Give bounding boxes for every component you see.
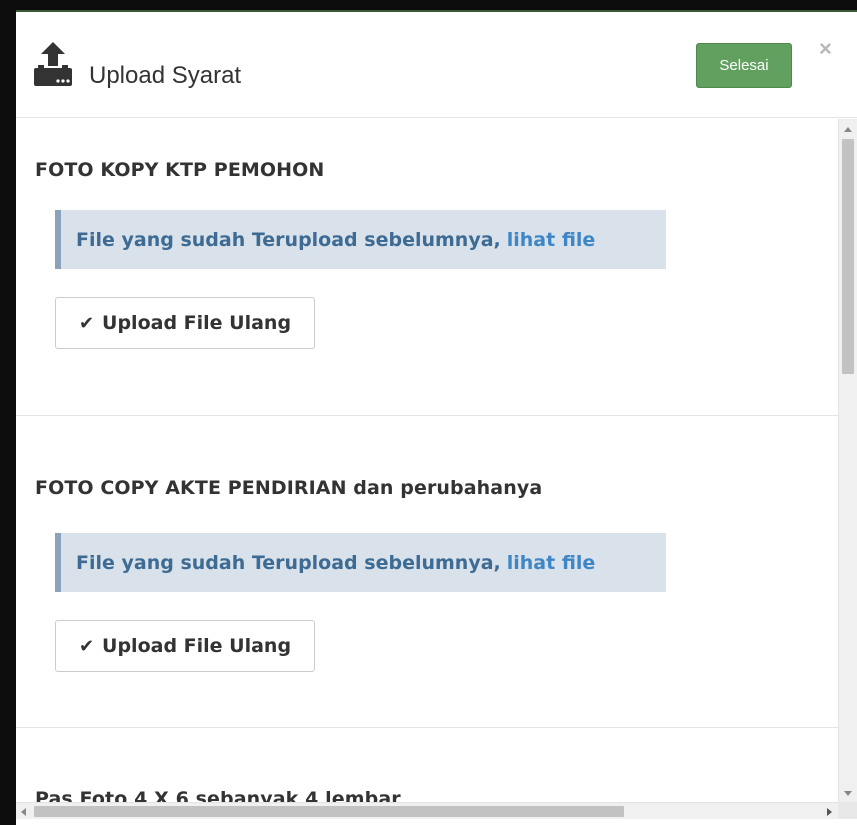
done-button[interactable]: Selesai [696, 43, 792, 88]
requirement-section-akte: FOTO COPY AKTE PENDIRIAN dan perubahanya… [16, 416, 838, 728]
close-icon[interactable]: × [819, 38, 832, 60]
modal-body: FOTO KOPY KTP PEMOHON File yang sudah Te… [16, 119, 838, 802]
vertical-scroll-thumb[interactable] [842, 139, 854, 374]
section-title: FOTO KOPY KTP PEMOHON [35, 159, 325, 181]
reupload-file-button[interactable]: ✔ Upload File Ulang [55, 297, 315, 349]
horizontal-scrollbar[interactable] [16, 802, 838, 819]
modal-bottom-edge [16, 819, 857, 825]
backdrop-left [0, 0, 16, 825]
view-file-link[interactable]: lihat file [507, 552, 596, 574]
vertical-scrollbar[interactable] [838, 119, 857, 802]
upload-requirements-modal: Upload Syarat Selesai × FOTO KOPY KTP PE… [16, 12, 857, 825]
scroll-right-icon[interactable] [827, 808, 832, 816]
upload-icon [34, 42, 72, 88]
horizontal-scroll-thumb[interactable] [34, 806, 624, 817]
notice-text: File yang sudah Terupload sebelumnya, [76, 551, 501, 574]
button-label: Upload File Ulang [102, 635, 292, 657]
scroll-down-icon[interactable] [844, 791, 852, 796]
modal-header: Upload Syarat Selesai × [16, 12, 857, 118]
scroll-up-icon[interactable] [844, 127, 852, 132]
requirement-section-ktp: FOTO KOPY KTP PEMOHON File yang sudah Te… [16, 119, 838, 416]
section-title: FOTO COPY AKTE PENDIRIAN dan perubahanya [35, 477, 543, 499]
backdrop-top [0, 0, 857, 10]
modal-title: Upload Syarat [89, 62, 242, 89]
requirement-section-pas-foto: Pas Foto 4 X 6 sebanyak 4 lembar [16, 728, 838, 802]
section-title: Pas Foto 4 X 6 sebanyak 4 lembar [35, 788, 401, 802]
scroll-left-icon[interactable] [21, 808, 26, 816]
uploaded-notice: File yang sudah Terupload sebelumnya, li… [55, 533, 666, 592]
check-icon: ✔ [78, 635, 95, 657]
notice-text: File yang sudah Terupload sebelumnya, [76, 228, 501, 251]
reupload-file-button[interactable]: ✔ Upload File Ulang [55, 620, 315, 672]
check-icon: ✔ [78, 312, 95, 334]
view-file-link[interactable]: lihat file [507, 229, 596, 251]
scrollbar-corner [838, 802, 857, 819]
button-label: Upload File Ulang [102, 312, 292, 334]
uploaded-notice: File yang sudah Terupload sebelumnya, li… [55, 210, 666, 269]
